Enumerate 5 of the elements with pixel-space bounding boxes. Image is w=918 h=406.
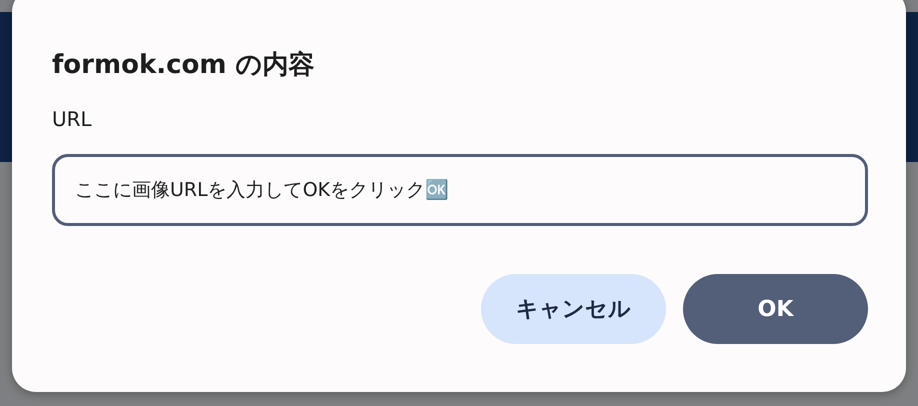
field-label: URL	[52, 106, 93, 132]
dialog-title: formok.com の内容	[52, 49, 316, 82]
cancel-button[interactable]: キャンセル	[481, 274, 666, 344]
url-input-field[interactable]: ここに画像URLを入力してOKをクリック🆗	[52, 154, 868, 226]
ok-button[interactable]: OK	[683, 274, 868, 344]
